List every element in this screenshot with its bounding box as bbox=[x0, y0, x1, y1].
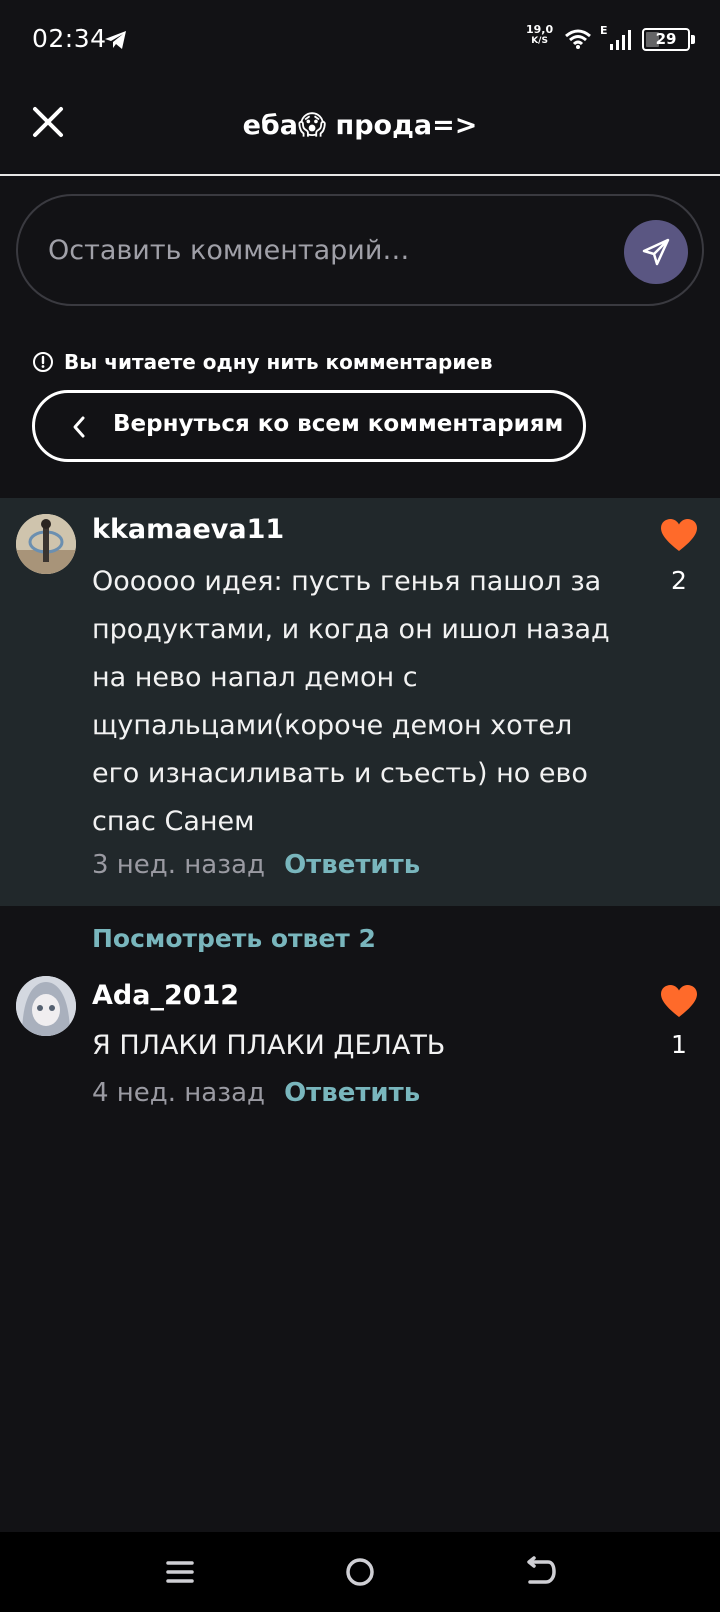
comment-meta: 3 нед. назад Ответить bbox=[92, 850, 420, 880]
comment-meta: 4 нед. назад Ответить bbox=[92, 1078, 420, 1108]
telegram-icon bbox=[105, 31, 126, 49]
send-icon bbox=[642, 238, 670, 266]
battery-level: 29 bbox=[655, 30, 677, 48]
page-title: еба😱 прода=> bbox=[242, 110, 478, 141]
comment-input-container bbox=[16, 194, 704, 306]
system-navbar bbox=[0, 1532, 720, 1612]
back-button-label: Вернуться ко всем комментариям bbox=[113, 411, 564, 437]
battery-icon: 29 bbox=[642, 28, 690, 51]
comment-time: 4 нед. назад bbox=[92, 1078, 265, 1108]
thread-notice-text: Вы читаете одну нить комментариев bbox=[64, 350, 493, 374]
comment-text: Оооооо идея: пусть генья пашол за продук… bbox=[92, 566, 610, 837]
menu-button[interactable] bbox=[160, 1552, 200, 1592]
comment-item: Ada_2012 Я ПЛАКИ ПЛАКИ ДЕЛАТЬ 4 нед. наз… bbox=[0, 976, 720, 1116]
signal-icon bbox=[610, 30, 631, 50]
home-button[interactable] bbox=[340, 1552, 380, 1592]
status-icons: 19,0 K/S E 29 bbox=[500, 0, 720, 80]
avatar-image bbox=[16, 514, 76, 574]
comment-username[interactable]: kkamaeva11 bbox=[92, 514, 284, 545]
heart-icon[interactable] bbox=[660, 984, 698, 1018]
info-icon bbox=[33, 352, 53, 372]
comment-input[interactable] bbox=[48, 224, 608, 276]
view-replies-link[interactable]: Посмотреть ответ 2 bbox=[92, 924, 376, 953]
avatar[interactable] bbox=[16, 514, 76, 574]
back-to-all-comments-button[interactable]: Вернуться ко всем комментариям bbox=[32, 390, 586, 462]
heart-icon[interactable] bbox=[660, 518, 698, 552]
avatar-image bbox=[16, 976, 76, 1036]
send-button[interactable] bbox=[624, 220, 688, 284]
chevron-left-icon bbox=[73, 416, 85, 438]
comment-time: 3 нед. назад bbox=[92, 850, 265, 880]
reply-button[interactable]: Ответить bbox=[284, 1078, 420, 1108]
like-count: 1 bbox=[671, 1030, 687, 1059]
comment-item: kkamaeva11 Оооооо идея: пусть генья пашо… bbox=[0, 498, 720, 906]
back-icon bbox=[527, 1556, 556, 1584]
avatar[interactable] bbox=[16, 976, 76, 1036]
battery-tip bbox=[691, 35, 695, 44]
header: еба😱 прода=> bbox=[0, 80, 720, 176]
back-button[interactable] bbox=[520, 1552, 560, 1592]
home-icon bbox=[346, 1558, 374, 1586]
like-count: 2 bbox=[671, 566, 687, 595]
net-speed: 19,0 K/S bbox=[526, 23, 554, 47]
status-bar: 02:34 19,0 K/S E 29 bbox=[0, 0, 720, 80]
comment-text: Я ПЛАКИ ПЛАКИ ДЕЛАТЬ bbox=[92, 1030, 446, 1061]
reply-button[interactable]: Ответить bbox=[284, 850, 420, 880]
wifi-icon bbox=[565, 29, 591, 49]
network-type: E bbox=[600, 24, 608, 37]
status-time: 02:34 bbox=[32, 24, 107, 53]
comment-username[interactable]: Ada_2012 bbox=[92, 980, 239, 1011]
menu-icon bbox=[166, 1561, 194, 1583]
